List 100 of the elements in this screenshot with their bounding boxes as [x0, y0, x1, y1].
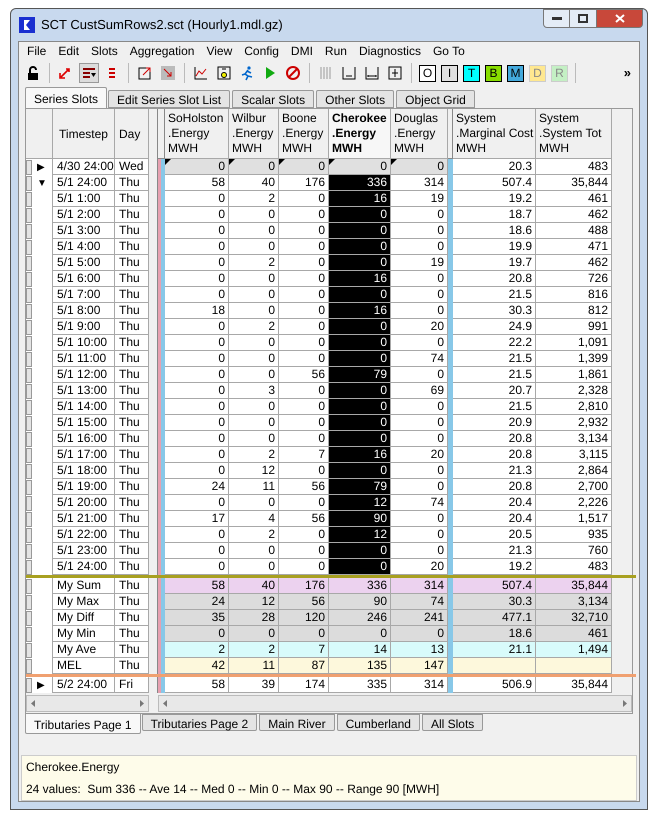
table-cell[interactable]: 11	[229, 658, 279, 674]
table-cell[interactable]: 0	[391, 479, 448, 495]
table-cell[interactable]: 0	[165, 319, 229, 335]
table-cell[interactable]: 2	[229, 642, 279, 658]
table-cell[interactable]: 58	[165, 175, 229, 191]
table-cell[interactable]: 0	[391, 463, 448, 479]
table-cell[interactable]: 0	[165, 431, 229, 447]
table-cell[interactable]: 2,932	[536, 415, 612, 431]
table-cell[interactable]: 0	[165, 191, 229, 207]
tab[interactable]: All Slots	[422, 714, 484, 731]
table-cell[interactable]: 0	[165, 207, 229, 223]
table-cell[interactable]: 39	[229, 677, 279, 693]
row-expander[interactable]: ▶	[37, 678, 45, 692]
tab[interactable]: Tributaries Page 2	[142, 714, 258, 731]
table-cell[interactable]: 176	[279, 578, 329, 594]
table-cell[interactable]: 0	[329, 463, 391, 479]
table-cell[interactable]: 2	[229, 527, 279, 543]
table-cell[interactable]: 0	[165, 415, 229, 431]
menu-item[interactable]: DMI	[284, 42, 319, 60]
menu-item[interactable]: Slots	[85, 42, 124, 60]
table-cell[interactable]: 991	[536, 319, 612, 335]
table-cell[interactable]: 30.3	[453, 594, 536, 610]
table-cell[interactable]: 0	[391, 399, 448, 415]
table-cell[interactable]: 0	[279, 543, 329, 559]
table-cell[interactable]: 0	[391, 431, 448, 447]
table-cell[interactable]: 4	[229, 511, 279, 527]
table-cell[interactable]: 2	[229, 191, 279, 207]
table-cell[interactable]: 0	[229, 431, 279, 447]
table-cell[interactable]: 0	[329, 287, 391, 303]
table-cell[interactable]: 0	[391, 511, 448, 527]
row-handle[interactable]	[26, 610, 32, 626]
table-cell[interactable]: 20.8	[453, 271, 536, 287]
table-cell[interactable]: 1,517	[536, 511, 612, 527]
row-handle[interactable]	[26, 560, 32, 574]
table-cell[interactable]: 90	[329, 594, 391, 610]
tab[interactable]: Series Slots	[25, 87, 108, 108]
table-cell[interactable]: 0	[329, 559, 391, 575]
table-cell[interactable]: 0	[229, 303, 279, 319]
table-cell[interactable]: 0	[391, 543, 448, 559]
table-cell[interactable]: 0	[229, 367, 279, 383]
table-cell[interactable]: 2	[229, 255, 279, 271]
table-cell[interactable]: 0	[229, 335, 279, 351]
table-cell[interactable]: 0	[279, 626, 329, 642]
table-cell[interactable]: 22.2	[453, 335, 536, 351]
table-cell[interactable]: 40	[229, 578, 279, 594]
table-cell[interactable]: 11	[229, 479, 279, 495]
table-cell[interactable]: 0	[165, 367, 229, 383]
table-cell[interactable]: 79	[329, 479, 391, 495]
table-cell[interactable]: 935	[536, 527, 612, 543]
table-cell[interactable]: 24	[165, 594, 229, 610]
table-cell[interactable]: 12	[329, 495, 391, 511]
row-handle[interactable]	[26, 594, 32, 610]
table-cell[interactable]: 0	[165, 255, 229, 271]
table-cell[interactable]: 0	[329, 335, 391, 351]
table-cell[interactable]: 812	[536, 303, 612, 319]
toolbar-letter-button[interactable]: I	[441, 64, 458, 82]
table-cell[interactable]: 0	[165, 399, 229, 415]
table-cell[interactable]: 335	[329, 677, 391, 693]
table-cell[interactable]: 0	[279, 383, 329, 399]
table-cell[interactable]: 0	[329, 399, 391, 415]
table-cell[interactable]: 24.9	[453, 319, 536, 335]
table-cell[interactable]: 0	[391, 159, 448, 175]
row-handle[interactable]	[26, 544, 32, 558]
tab[interactable]: Scalar Slots	[232, 90, 314, 108]
table-cell[interactable]: 314	[391, 175, 448, 191]
table-cell[interactable]: 461	[536, 191, 612, 207]
table-cell[interactable]: 246	[329, 610, 391, 626]
table-cell[interactable]: 20.8	[453, 479, 536, 495]
table-cell[interactable]: 0	[391, 335, 448, 351]
table-cell[interactable]: 0	[279, 559, 329, 575]
table-cell[interactable]: 0	[391, 527, 448, 543]
table-cell[interactable]: 462	[536, 207, 612, 223]
tab[interactable]: Object Grid	[396, 90, 475, 108]
row-handle[interactable]	[26, 208, 32, 222]
row-handle[interactable]	[26, 496, 32, 510]
table-cell[interactable]: 35,844	[536, 175, 612, 191]
table-cell[interactable]: 0	[329, 255, 391, 271]
table-cell[interactable]: 16	[329, 191, 391, 207]
table-cell[interactable]: 816	[536, 287, 612, 303]
row-handle[interactable]	[26, 642, 32, 658]
table-cell[interactable]: 0	[229, 239, 279, 255]
table-cell[interactable]: 0	[279, 351, 329, 367]
table-cell[interactable]: 0	[165, 383, 229, 399]
tab[interactable]: Other Slots	[316, 90, 394, 108]
table-cell[interactable]: 40	[229, 175, 279, 191]
table-cell[interactable]: 19.7	[453, 255, 536, 271]
table-cell[interactable]: 17	[165, 511, 229, 527]
table-cell[interactable]: 21.3	[453, 463, 536, 479]
table-cell[interactable]: 58	[165, 578, 229, 594]
table-cell[interactable]: 0	[165, 626, 229, 642]
table-cell[interactable]: 0	[329, 223, 391, 239]
table-cell[interactable]: 35,844	[536, 578, 612, 594]
column-header[interactable]: Wilbur .Energy MWH	[229, 109, 279, 159]
table-cell[interactable]: 726	[536, 271, 612, 287]
table-cell[interactable]: 16	[329, 303, 391, 319]
table-cell[interactable]: 21.5	[453, 287, 536, 303]
table-cell[interactable]: 176	[279, 175, 329, 191]
row-handle[interactable]	[26, 256, 32, 270]
table-cell[interactable]: 0	[391, 287, 448, 303]
row-handle[interactable]	[26, 352, 32, 366]
